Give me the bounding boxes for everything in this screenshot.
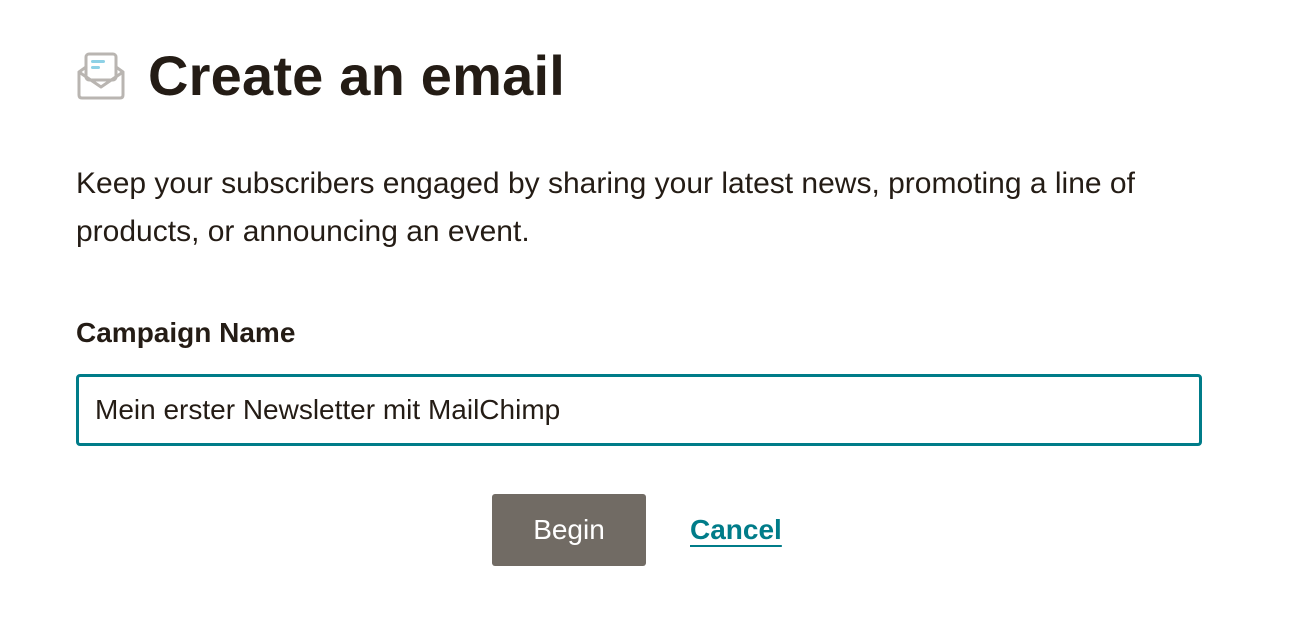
begin-button[interactable]: Begin: [492, 494, 646, 566]
dialog-actions: Begin Cancel: [492, 494, 782, 566]
create-email-dialog: Create an email Keep your subscribers en…: [0, 0, 1304, 632]
dialog-header: Create an email: [76, 44, 565, 108]
open-envelope-icon: [76, 48, 126, 104]
campaign-name-field: [76, 374, 1202, 446]
campaign-name-input[interactable]: [79, 377, 1199, 443]
campaign-name-label: Campaign Name: [76, 317, 296, 348]
page-title: Create an email: [148, 44, 565, 107]
dialog-description: Keep your subscribers engaged by sharing…: [76, 167, 1135, 248]
cancel-link[interactable]: Cancel: [690, 514, 782, 546]
